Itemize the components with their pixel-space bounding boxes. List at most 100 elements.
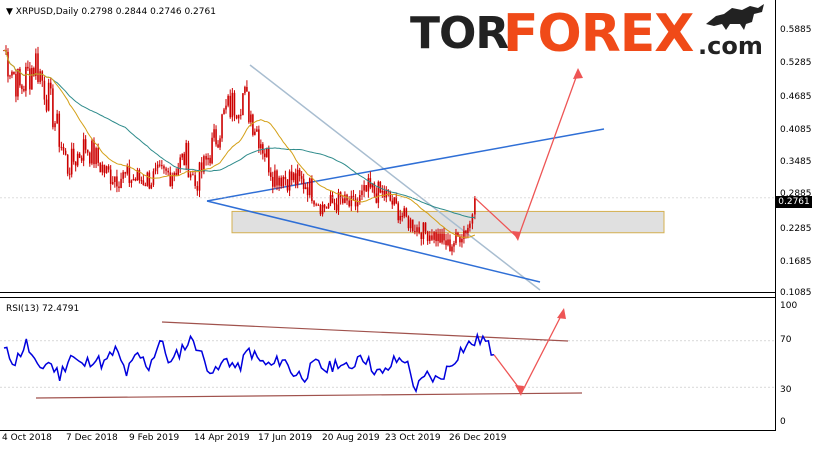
- symbol-name: XRPUSD,Daily: [15, 7, 79, 17]
- candle-body: [56, 113, 58, 124]
- x-tick: 20 Aug 2019: [322, 433, 380, 443]
- candle-body: [411, 219, 414, 231]
- candle-body: [120, 178, 122, 189]
- candle-body: [207, 157, 209, 160]
- candle-body: [95, 148, 97, 165]
- candle-body: [416, 227, 418, 232]
- candle-body: [471, 214, 474, 224]
- candle-body: [321, 204, 324, 215]
- candle-body: [209, 157, 211, 164]
- rsi-y-tick: 30: [780, 385, 792, 395]
- candle-body: [93, 140, 95, 165]
- candle-body: [445, 240, 447, 246]
- candle-body: [217, 144, 219, 148]
- candle-body: [175, 172, 178, 175]
- candle-body: [219, 138, 221, 148]
- candle-body: [453, 243, 455, 247]
- candle-body: [140, 180, 143, 182]
- candle-body: [447, 239, 449, 246]
- candle-body: [97, 148, 99, 163]
- candle-body: [254, 131, 256, 135]
- candle-body: [365, 185, 368, 192]
- candle-body: [154, 168, 157, 172]
- candle-body: [84, 139, 87, 150]
- candle-body: [313, 201, 315, 205]
- candle-body: [227, 95, 229, 106]
- logo-forex: FOREX: [503, 4, 694, 64]
- candle-body: [235, 115, 238, 119]
- candle-body: [124, 172, 127, 174]
- candle-body: [451, 246, 453, 252]
- candle-body: [158, 164, 161, 166]
- candle-body: [246, 86, 248, 92]
- candle-body: [229, 95, 232, 118]
- candle-body: [35, 53, 37, 76]
- ohlc-values: 0.2798 0.2844 0.2746 0.2761: [81, 7, 216, 17]
- rsi-upper-trend-line: [161, 321, 569, 342]
- slow-moving-average: [3, 49, 475, 218]
- candle-body: [189, 174, 192, 178]
- chart-window: ▼ XRPUSD,Daily 0.2798 0.2844 0.2746 0.27…: [0, 0, 815, 449]
- candle-body: [179, 157, 182, 168]
- candle-body: [270, 172, 272, 177]
- candle-body: [260, 144, 262, 149]
- candle-body: [418, 227, 420, 233]
- candle-body: [144, 185, 147, 187]
- candle-body: [126, 165, 129, 174]
- candle-body: [395, 197, 398, 204]
- y-tick: 0.3485: [780, 157, 812, 167]
- candle-body: [183, 153, 185, 166]
- candle-body: [348, 200, 350, 207]
- candle-body: [54, 123, 56, 128]
- candle-body: [315, 204, 317, 206]
- candle-body: [292, 173, 295, 181]
- candle-body: [294, 173, 297, 185]
- candle-body: [167, 170, 169, 173]
- rsi-pane[interactable]: [0, 298, 775, 430]
- candle-body: [306, 187, 309, 196]
- candle-body: [350, 195, 353, 207]
- candle-body: [122, 172, 124, 179]
- candle-body: [163, 166, 165, 169]
- candle-body: [74, 161, 77, 166]
- candle-body: [354, 198, 357, 207]
- candle-body: [317, 204, 320, 206]
- candle-body: [393, 197, 396, 205]
- candle-body: [401, 215, 404, 217]
- candle-body: [205, 156, 207, 160]
- candle-body: [443, 233, 445, 241]
- candle-body: [70, 148, 73, 175]
- candle-body: [284, 176, 287, 180]
- candle-body: [290, 171, 293, 181]
- candle-body: [17, 68, 19, 97]
- x-tick: 7 Dec 2018: [66, 433, 118, 443]
- forecast-arrowhead-down: [512, 231, 521, 241]
- candle-body: [21, 85, 23, 90]
- candle-body: [231, 92, 234, 118]
- candle-body: [25, 66, 27, 91]
- candle-body: [331, 195, 334, 203]
- candle-body: [49, 82, 52, 89]
- candle-body: [29, 68, 31, 90]
- logo-tor: TOR: [410, 8, 509, 59]
- candle-body: [196, 185, 199, 191]
- candle-body: [361, 190, 363, 196]
- candle-body: [256, 129, 258, 132]
- candle-body: [329, 195, 332, 204]
- candle-body: [89, 152, 91, 164]
- candle-body: [258, 129, 260, 149]
- candle-body: [45, 99, 48, 111]
- candle-body: [58, 113, 61, 147]
- candle-body: [389, 191, 392, 201]
- symbol-arrow-icon: ▼: [6, 7, 13, 17]
- candle-body: [397, 203, 400, 221]
- candle-body: [304, 187, 307, 189]
- candle-body: [302, 178, 305, 189]
- candle-body: [409, 219, 412, 229]
- rsi-chart: [0, 308, 775, 399]
- y-tick: 0.2885: [780, 189, 812, 199]
- candle-body: [225, 105, 227, 110]
- candle-body: [377, 181, 380, 203]
- candle-body: [111, 182, 114, 184]
- candle-body: [185, 142, 187, 166]
